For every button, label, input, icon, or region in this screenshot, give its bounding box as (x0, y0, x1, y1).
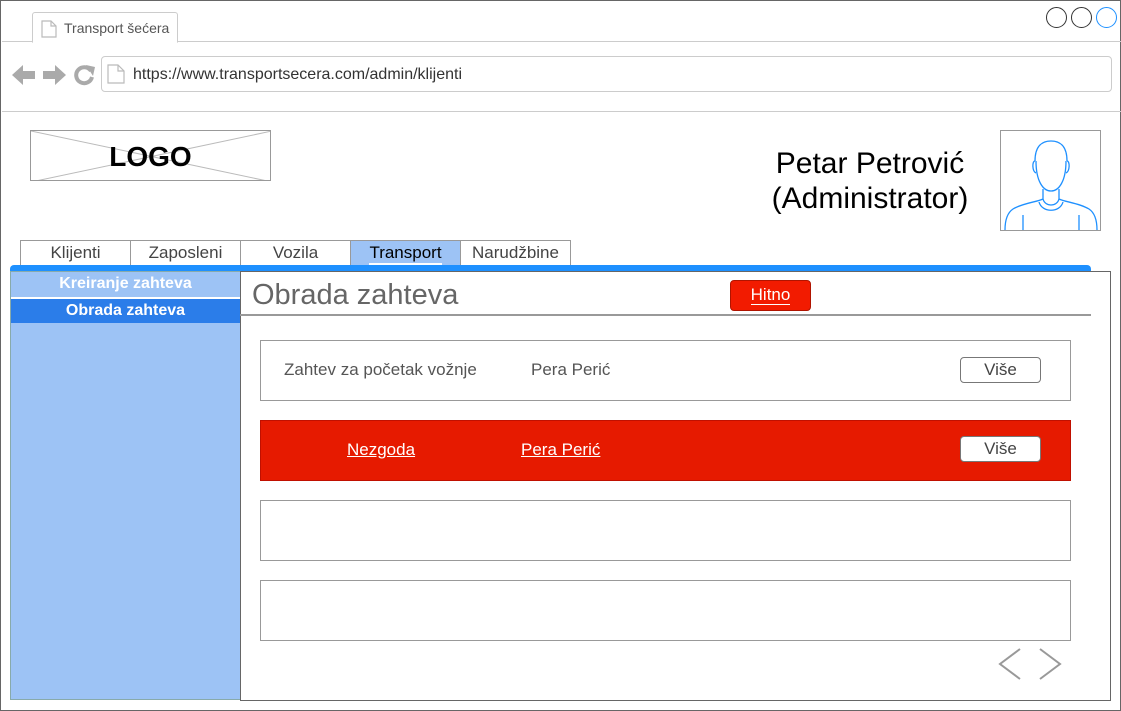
tab-label: Vozila (272, 243, 319, 262)
user-avatar-icon[interactable] (1000, 130, 1101, 231)
reload-icon[interactable] (73, 64, 95, 86)
tab-title: Transport šećera (64, 20, 170, 36)
maximize-button[interactable] (1071, 7, 1092, 28)
tab-label: Transport (369, 243, 442, 265)
address-bar-row: https://www.transportsecera.com/admin/kl… (2, 42, 1121, 112)
close-button[interactable] (1096, 7, 1117, 28)
sidebar-item-kreiranje-zahteva[interactable]: Kreiranje zahteva (11, 272, 240, 298)
sidebar-item-obrada-zahteva[interactable]: Obrada zahteva (11, 297, 240, 323)
logo-text: LOGO (109, 141, 192, 172)
request-person-link[interactable]: Pera Perić (521, 440, 600, 460)
tab-bar: Transport šećera (2, 2, 1121, 43)
back-arrow-icon[interactable] (12, 64, 36, 86)
browser-tab[interactable]: Transport šećera (32, 12, 178, 43)
tab-label: Klijenti (50, 243, 101, 262)
tab-label: Narudžbine (472, 243, 559, 262)
tab-label: Zaposleni (148, 243, 223, 262)
request-row: Zahtev za početak vožnje Pera Perić Više (260, 340, 1071, 401)
more-button[interactable]: Više (960, 436, 1041, 462)
tab-narudzbine[interactable]: Narudžbine (460, 240, 571, 266)
request-row-urgent: Nezgoda Pera Perić Više (260, 420, 1071, 481)
chevron-right-icon[interactable] (1038, 648, 1062, 680)
url-input[interactable]: https://www.transportsecera.com/admin/kl… (101, 56, 1112, 92)
user-name: Petar Petrović (775, 147, 965, 180)
page-title: Obrada zahteva (252, 279, 459, 311)
sidebar: Kreiranje zahteva Obrada zahteva (10, 271, 241, 700)
request-row-empty (260, 580, 1071, 641)
url-text: https://www.transportsecera.com/admin/kl… (133, 66, 463, 83)
tab-zaposleni[interactable]: Zaposleni (130, 240, 241, 266)
logo: LOGO (30, 130, 271, 181)
page-icon (107, 64, 125, 84)
forward-arrow-icon[interactable] (42, 64, 66, 86)
tab-klijenti[interactable]: Klijenti (20, 240, 131, 266)
tab-transport[interactable]: Transport (350, 240, 461, 266)
tab-vozila[interactable]: Vozila (240, 240, 351, 266)
request-type: Zahtev za početak vožnje (284, 360, 477, 379)
user-role: (Administrator) (771, 182, 969, 215)
request-row-empty (260, 500, 1071, 561)
page-icon (41, 20, 57, 38)
minimize-button[interactable] (1046, 7, 1067, 28)
chevron-left-icon[interactable] (998, 648, 1022, 680)
request-type-link[interactable]: Nezgoda (347, 440, 415, 460)
urgent-button-label: Hitno (750, 285, 791, 305)
urgent-button[interactable]: Hitno (730, 280, 811, 311)
title-divider (240, 314, 1091, 316)
request-person: Pera Perić (531, 360, 611, 379)
more-button[interactable]: Više (960, 357, 1041, 383)
